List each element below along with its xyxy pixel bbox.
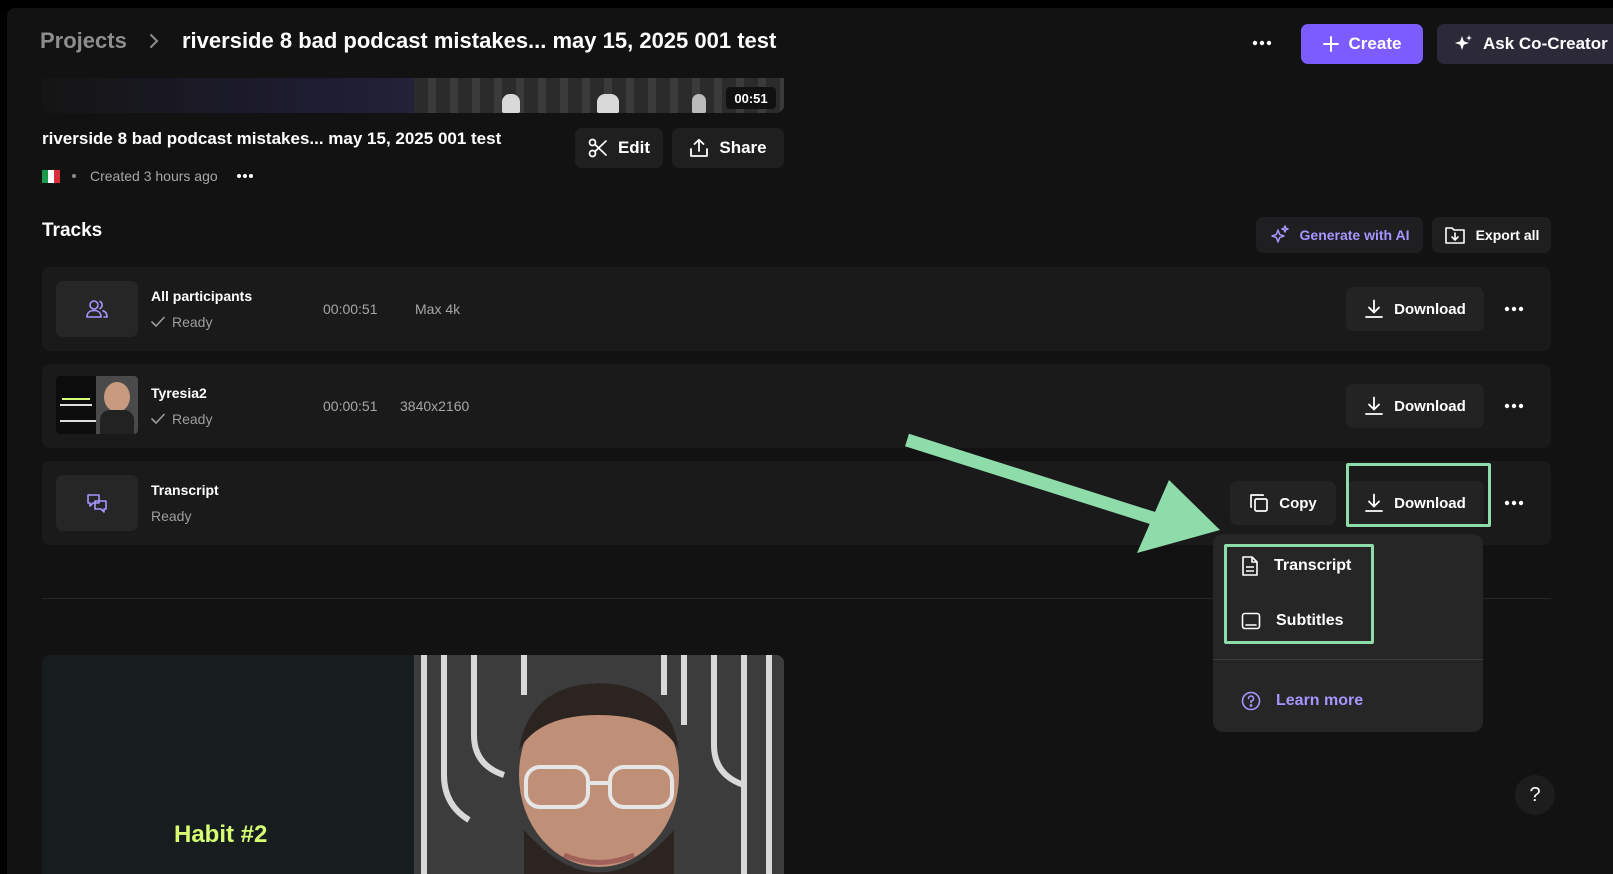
- download-icon: [1365, 299, 1384, 318]
- recording-title: riverside 8 bad podcast mistakes... may …: [42, 129, 502, 148]
- export-all-button[interactable]: Export all: [1432, 217, 1551, 253]
- breadcrumb-projects[interactable]: Projects: [40, 28, 127, 54]
- transcript-icon-tile: [56, 475, 138, 531]
- plus-icon: [1322, 36, 1339, 52]
- track-name: Transcript: [151, 482, 219, 498]
- header: Projects riverside 8 bad podcast mistake…: [7, 8, 1613, 80]
- copy-button[interactable]: Copy: [1230, 481, 1336, 525]
- generate-with-ai-button[interactable]: Generate with AI: [1256, 217, 1423, 253]
- ask-co-creator-label: Ask Co-Creator: [1483, 34, 1608, 53]
- download-label: Download: [1394, 300, 1466, 318]
- track-name: All participants: [151, 288, 253, 304]
- recording-meta: Created 3 hours ago: [42, 168, 254, 184]
- track-status: Ready: [151, 508, 192, 524]
- users-icon: [86, 300, 108, 318]
- microphone-graphic: [502, 94, 520, 113]
- sparkle-icon: [1270, 225, 1289, 243]
- video-thumbnail[interactable]: [42, 78, 784, 113]
- subtitles-icon: [1241, 612, 1261, 630]
- more-options-button[interactable]: [1247, 30, 1277, 56]
- more-horizontal-icon: [1504, 500, 1524, 506]
- track-row-all-participants: All participants Ready 00:00:51 Max 4k D…: [42, 267, 1551, 351]
- sparkle-icon: [1455, 35, 1472, 50]
- download-icon: [1365, 493, 1384, 512]
- download-button[interactable]: Download: [1346, 287, 1484, 331]
- menu-item-label: Transcript: [1274, 557, 1352, 574]
- share-label: Share: [719, 138, 767, 157]
- person-preview: [414, 655, 784, 874]
- download-label: Download: [1394, 494, 1466, 512]
- share-upload-icon: [690, 138, 709, 157]
- more-horizontal-icon: [1504, 403, 1524, 409]
- learn-more-label: Learn more: [1276, 692, 1364, 709]
- track-name: Tyresia2: [151, 385, 207, 401]
- participant-thumbnail: [56, 376, 138, 434]
- track-status: Ready: [151, 411, 212, 427]
- check-icon: [151, 316, 165, 328]
- track-duration: 00:00:51: [323, 301, 378, 317]
- track-status: Ready: [151, 314, 212, 330]
- download-button[interactable]: Download: [1346, 384, 1484, 428]
- learn-more-link[interactable]: Learn more: [1241, 691, 1363, 711]
- app-frame: Projects riverside 8 bad podcast mistake…: [7, 8, 1613, 874]
- edit-button[interactable]: Edit: [575, 128, 663, 168]
- check-icon: [151, 413, 165, 425]
- track-resolution: 3840x2160: [400, 398, 470, 414]
- video-preview[interactable]: Habit #2: [42, 655, 784, 874]
- download-dropdown-menu: Transcript Subtitles Learn more: [1213, 534, 1483, 732]
- track-row-tyresia2: Tyresia2 Ready 00:00:51 3840x2160 Downlo…: [42, 364, 1551, 448]
- chevron-right-icon: [150, 34, 159, 48]
- menu-item-subtitles[interactable]: Subtitles: [1241, 612, 1344, 630]
- track-resolution: Max 4k: [415, 301, 461, 317]
- menu-item-label: Subtitles: [1276, 612, 1344, 629]
- menu-item-transcript[interactable]: Transcript: [1241, 556, 1351, 576]
- duration-badge: 00:51: [726, 87, 776, 109]
- share-button[interactable]: Share: [672, 128, 784, 168]
- track-duration: 00:00:51: [323, 398, 378, 414]
- download-label: Download: [1394, 397, 1466, 415]
- copy-icon: [1250, 494, 1269, 512]
- edit-label: Edit: [617, 138, 651, 157]
- created-time: Created 3 hours ago: [90, 168, 218, 184]
- document-icon: [1242, 556, 1258, 576]
- track-more-button[interactable]: [1499, 392, 1529, 420]
- copy-label: Copy: [1279, 494, 1317, 512]
- more-horizontal-icon: [1504, 306, 1524, 312]
- chat-bubbles-icon: [87, 494, 107, 513]
- track-row-transcript: Transcript Ready Copy Download: [42, 461, 1551, 545]
- generate-with-ai-label: Generate with AI: [1299, 227, 1410, 243]
- more-horizontal-icon: [1252, 40, 1272, 46]
- create-label: Create: [1348, 34, 1402, 53]
- help-button[interactable]: ?: [1515, 775, 1555, 815]
- download-icon: [1365, 396, 1384, 415]
- participants-icon-tile: [56, 281, 138, 337]
- tracks-heading: Tracks: [42, 220, 103, 241]
- track-more-button[interactable]: [1499, 489, 1529, 517]
- track-more-button[interactable]: [1499, 295, 1529, 323]
- help-circle-icon: [1241, 691, 1261, 711]
- page-title: riverside 8 bad podcast mistakes... may …: [182, 28, 777, 53]
- scissors-icon: [588, 138, 607, 158]
- italy-flag-icon: [42, 169, 60, 183]
- export-all-label: Export all: [1475, 227, 1540, 243]
- preview-caption: Habit #2: [174, 821, 268, 848]
- microphone-graphic: [692, 94, 706, 113]
- create-button[interactable]: Create: [1301, 24, 1423, 64]
- microphone-graphic: [597, 94, 619, 113]
- more-horizontal-icon[interactable]: [236, 173, 254, 179]
- ask-co-creator-button[interactable]: Ask Co-Creator: [1437, 24, 1613, 64]
- download-button[interactable]: Download: [1346, 481, 1484, 525]
- folder-download-icon: [1444, 227, 1465, 244]
